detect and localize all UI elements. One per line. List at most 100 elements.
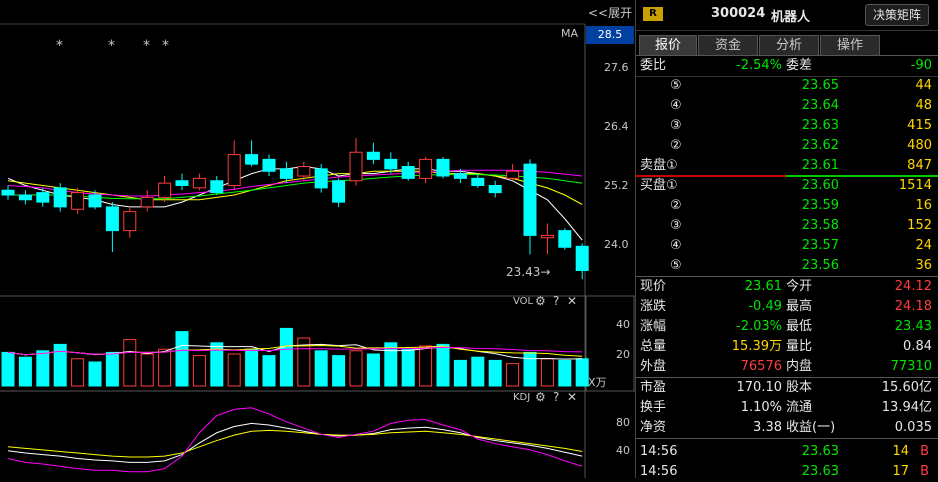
volume-bar — [540, 358, 554, 387]
candle-body — [436, 158, 450, 177]
ask-volume: 847 — [907, 158, 932, 173]
quote-row[interactable]: 涨幅 -2.03% 最低 23.43 — [636, 317, 938, 337]
bid-row[interactable]: 买盘① 23.60 1514 — [636, 176, 938, 196]
low-price-value: 23.43 — [506, 265, 541, 279]
ask-level-label: ② — [670, 138, 682, 153]
tab-funds[interactable]: 资金 — [698, 35, 758, 55]
candle-body — [523, 163, 537, 236]
candle-body — [123, 211, 137, 232]
ask-row[interactable]: ② 23.62 480 — [636, 136, 938, 156]
candle-body — [158, 182, 172, 198]
divider — [636, 438, 938, 439]
tick-price: 23.63 — [801, 444, 839, 459]
volume-bar — [262, 355, 276, 387]
candle-body — [227, 154, 241, 186]
volume-bar — [523, 351, 537, 387]
tab-quote[interactable]: 报价 — [639, 35, 697, 55]
fundamental-value: 15.60亿 — [881, 380, 932, 395]
ask-row[interactable]: ③ 23.63 415 — [636, 116, 938, 136]
tick-volume: 14 — [892, 444, 909, 459]
quote-row[interactable]: 涨跌 -0.49 最高 24.18 — [636, 297, 938, 317]
ask-level-label: ⑤ — [670, 78, 682, 93]
bid-row[interactable]: ④ 23.57 24 — [636, 236, 938, 256]
low-price-marker: 23.43→ — [506, 265, 551, 279]
volume-bar — [245, 348, 259, 387]
quote-row[interactable]: 外盘 76576 内盘 77310 — [636, 357, 938, 377]
ask-level-label: ③ — [670, 118, 682, 133]
bid-level-label: 买盘① — [640, 178, 678, 193]
close-icon[interactable]: ✕ — [567, 390, 577, 404]
tick-time: 14:56 — [640, 444, 678, 459]
candle-body — [401, 166, 415, 179]
quote-label: 量比 — [786, 339, 813, 354]
quote-panel: R 300024 机器人 决策矩阵 报价 资金 分析 操作 委比 -2.54% … — [635, 0, 938, 479]
tab-operation[interactable]: 操作 — [820, 35, 880, 55]
bid-price: 23.57 — [801, 238, 839, 253]
tick-time: 14:56 — [640, 464, 678, 479]
volume-bar — [36, 350, 50, 387]
ask-price: 23.65 — [801, 78, 839, 93]
volume-bar — [140, 353, 154, 387]
quote-row[interactable]: 总量 15.39万 量比 0.84 — [636, 337, 938, 357]
bid-volume: 36 — [915, 258, 932, 273]
help-icon[interactable]: ? — [553, 294, 559, 308]
kline-chart[interactable] — [0, 0, 635, 478]
weibi-value: -2.54% — [736, 58, 782, 73]
chart-area[interactable]: <<展开 MA 28.5 * * * * 27.6 26.4 25.2 24.0… — [0, 0, 635, 478]
fundamental-row[interactable]: 市盈 170.10 股本 15.60亿 — [636, 378, 938, 398]
volume-bar — [471, 356, 485, 387]
quote-label: 总量 — [640, 339, 667, 354]
quote-label: 最低 — [786, 319, 813, 334]
volume-bar — [18, 356, 32, 387]
ask-row[interactable]: 卖盘① 23.61 847 — [636, 156, 938, 176]
bid-row[interactable]: ③ 23.58 152 — [636, 216, 938, 236]
price-axis-tick: 26.4 — [604, 120, 629, 133]
candle-body — [453, 173, 467, 179]
tick-row[interactable]: 14:56 23.63 14 B — [636, 442, 938, 462]
decision-matrix-button[interactable]: 决策矩阵 — [865, 4, 929, 26]
fundamental-value: 1.10% — [740, 400, 782, 415]
candle-body — [140, 196, 154, 208]
ask-volume: 44 — [915, 78, 932, 93]
quote-label: 涨幅 — [640, 319, 667, 334]
volume-bar — [192, 355, 206, 387]
fundamental-value: 3.38 — [753, 420, 782, 435]
tick-side: B — [920, 444, 929, 459]
fundamental-label: 市盈 — [640, 380, 667, 395]
quote-row[interactable]: 现价 23.61 今开 24.12 — [636, 277, 938, 297]
ask-level-label: ④ — [670, 98, 682, 113]
volume-bar — [366, 353, 380, 387]
close-icon[interactable]: ✕ — [567, 294, 577, 308]
tick-row[interactable]: 14:56 23.63 17 B — [636, 462, 938, 482]
expand-link[interactable]: <<展开 — [588, 4, 632, 21]
ask-volume: 480 — [907, 138, 932, 153]
ask-volume: 48 — [915, 98, 932, 113]
quote-value: -2.03% — [736, 319, 782, 334]
volume-bar — [227, 353, 241, 387]
candle-body — [245, 154, 259, 165]
ask-price: 23.63 — [801, 118, 839, 133]
tab-analysis[interactable]: 分析 — [759, 35, 819, 55]
price-axis-tick: 27.6 — [604, 61, 629, 74]
volume-bar — [1, 351, 15, 387]
bid-level-label: ⑤ — [670, 258, 682, 273]
bid-level-label: ④ — [670, 238, 682, 253]
help-icon[interactable]: ? — [553, 390, 559, 404]
gear-icon[interactable]: ⚙ — [535, 294, 546, 308]
fundamental-row[interactable]: 换手 1.10% 流通 13.94亿 — [636, 398, 938, 418]
quote-value: 77310 — [890, 359, 932, 374]
ma-label: MA — [561, 27, 579, 40]
bid-row[interactable]: ⑤ 23.56 36 — [636, 256, 938, 276]
gear-icon[interactable]: ⚙ — [535, 390, 546, 404]
star-marker: * — [162, 38, 169, 54]
ask-row[interactable]: ④ 23.64 48 — [636, 96, 938, 116]
fundamental-row[interactable]: 净资 3.38 收益(一) 0.035 — [636, 418, 938, 438]
quote-value: 15.39万 — [731, 339, 782, 354]
tick-price: 23.63 — [801, 464, 839, 479]
candle-body — [558, 230, 572, 248]
ask-row[interactable]: ⑤ 23.65 44 — [636, 76, 938, 96]
candle-body — [506, 170, 520, 179]
bid-level-label: ② — [670, 198, 682, 213]
quote-label: 今开 — [786, 279, 813, 294]
bid-row[interactable]: ② 23.59 16 — [636, 196, 938, 216]
